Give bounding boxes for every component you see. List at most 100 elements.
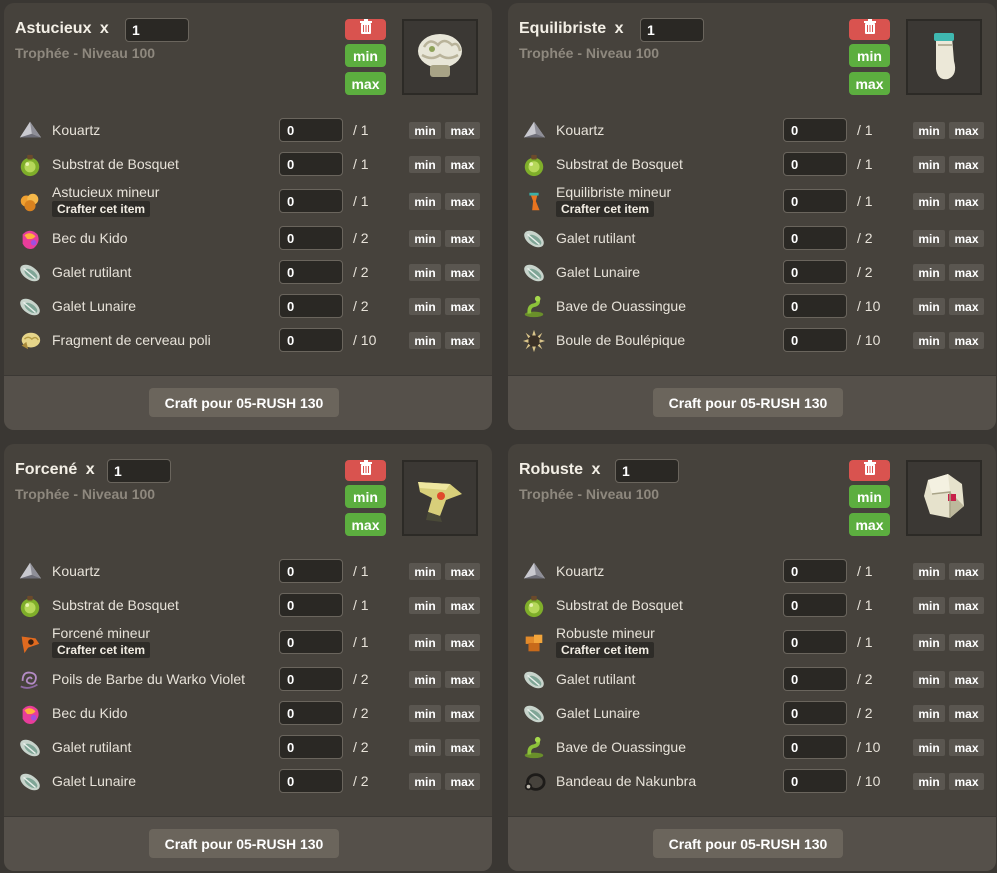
max-button[interactable]: max <box>345 513 386 536</box>
craft-button[interactable]: Craft pour 05-RUSH 130 <box>149 388 339 417</box>
ingredient-quantity-input[interactable] <box>783 294 847 318</box>
ingredient-quantity-input[interactable] <box>783 667 847 691</box>
ingredient-max-button[interactable]: max <box>949 634 984 651</box>
ingredient-max-button[interactable]: max <box>949 773 984 790</box>
ingredient-quantity-input[interactable] <box>279 226 343 250</box>
ingredient-quantity-input[interactable] <box>783 152 847 176</box>
ingredient-max-button[interactable]: max <box>949 193 984 210</box>
quantity-input[interactable] <box>125 18 189 42</box>
ingredient-max-button[interactable]: max <box>949 298 984 315</box>
max-button[interactable]: max <box>345 72 386 95</box>
ingredient-min-button[interactable]: min <box>913 332 945 349</box>
ingredient-quantity-input[interactable] <box>783 593 847 617</box>
ingredient-min-button[interactable]: min <box>409 739 441 756</box>
ingredient-min-button[interactable]: min <box>913 230 945 247</box>
ingredient-min-button[interactable]: min <box>409 264 441 281</box>
ingredient-max-button[interactable]: max <box>949 563 984 580</box>
ingredient-min-button[interactable]: min <box>913 264 945 281</box>
ingredient-min-button[interactable]: min <box>913 597 945 614</box>
ingredient-min-button[interactable]: min <box>409 298 441 315</box>
ingredient-quantity-input[interactable] <box>279 260 343 284</box>
ingredient-max-button[interactable]: max <box>949 671 984 688</box>
craft-button[interactable]: Craft pour 05-RUSH 130 <box>149 829 339 858</box>
ingredient-max-button[interactable]: max <box>445 156 480 173</box>
ingredient-max-button[interactable]: max <box>445 773 480 790</box>
ingredient-min-button[interactable]: min <box>409 671 441 688</box>
ingredient-max-button[interactable]: max <box>445 264 480 281</box>
ingredient-max-button[interactable]: max <box>949 739 984 756</box>
ingredient-min-button[interactable]: min <box>913 773 945 790</box>
ingredient-max-button[interactable]: max <box>445 332 480 349</box>
craft-item-link[interactable]: Crafter cet item <box>52 642 151 658</box>
min-button[interactable]: min <box>849 485 890 508</box>
ingredient-quantity-input[interactable] <box>279 152 343 176</box>
ingredient-max-button[interactable]: max <box>445 597 480 614</box>
ingredient-min-button[interactable]: min <box>409 156 441 173</box>
ingredient-max-button[interactable]: max <box>949 230 984 247</box>
ingredient-min-button[interactable]: min <box>409 122 441 139</box>
ingredient-max-button[interactable]: max <box>445 739 480 756</box>
ingredient-max-button[interactable]: max <box>445 230 480 247</box>
ingredient-max-button[interactable]: max <box>445 671 480 688</box>
ingredient-max-button[interactable]: max <box>949 597 984 614</box>
max-button[interactable]: max <box>849 513 890 536</box>
delete-button[interactable] <box>345 19 386 40</box>
ingredient-min-button[interactable]: min <box>913 156 945 173</box>
ingredient-max-button[interactable]: max <box>949 332 984 349</box>
ingredient-min-button[interactable]: min <box>913 671 945 688</box>
ingredient-quantity-input[interactable] <box>783 260 847 284</box>
ingredient-quantity-input[interactable] <box>279 189 343 213</box>
ingredient-min-button[interactable]: min <box>409 705 441 722</box>
ingredient-max-button[interactable]: max <box>445 298 480 315</box>
max-button[interactable]: max <box>849 72 890 95</box>
delete-button[interactable] <box>849 19 890 40</box>
ingredient-quantity-input[interactable] <box>279 294 343 318</box>
quantity-input[interactable] <box>615 459 679 483</box>
ingredient-max-button[interactable]: max <box>949 122 984 139</box>
ingredient-min-button[interactable]: min <box>409 563 441 580</box>
delete-button[interactable] <box>345 460 386 481</box>
ingredient-min-button[interactable]: min <box>409 332 441 349</box>
ingredient-max-button[interactable]: max <box>445 193 480 210</box>
ingredient-quantity-input[interactable] <box>783 701 847 725</box>
ingredient-min-button[interactable]: min <box>913 298 945 315</box>
ingredient-max-button[interactable]: max <box>445 563 480 580</box>
ingredient-quantity-input[interactable] <box>279 769 343 793</box>
quantity-input[interactable] <box>107 459 171 483</box>
ingredient-min-button[interactable]: min <box>409 634 441 651</box>
delete-button[interactable] <box>849 460 890 481</box>
ingredient-min-button[interactable]: min <box>913 193 945 210</box>
ingredient-quantity-input[interactable] <box>279 701 343 725</box>
ingredient-min-button[interactable]: min <box>913 634 945 651</box>
min-button[interactable]: min <box>345 44 386 67</box>
ingredient-min-button[interactable]: min <box>913 739 945 756</box>
ingredient-quantity-input[interactable] <box>783 118 847 142</box>
ingredient-quantity-input[interactable] <box>783 189 847 213</box>
ingredient-quantity-input[interactable] <box>279 667 343 691</box>
craft-item-link[interactable]: Crafter cet item <box>52 201 151 217</box>
ingredient-max-button[interactable]: max <box>949 156 984 173</box>
craft-button[interactable]: Craft pour 05-RUSH 130 <box>653 829 843 858</box>
min-button[interactable]: min <box>849 44 890 67</box>
quantity-input[interactable] <box>640 18 704 42</box>
ingredient-max-button[interactable]: max <box>445 634 480 651</box>
ingredient-min-button[interactable]: min <box>913 705 945 722</box>
ingredient-quantity-input[interactable] <box>783 559 847 583</box>
ingredient-quantity-input[interactable] <box>279 328 343 352</box>
craft-item-link[interactable]: Crafter cet item <box>556 201 655 217</box>
ingredient-quantity-input[interactable] <box>783 769 847 793</box>
ingredient-quantity-input[interactable] <box>783 226 847 250</box>
ingredient-min-button[interactable]: min <box>409 597 441 614</box>
ingredient-quantity-input[interactable] <box>783 735 847 759</box>
ingredient-min-button[interactable]: min <box>409 193 441 210</box>
ingredient-quantity-input[interactable] <box>279 118 343 142</box>
ingredient-quantity-input[interactable] <box>783 328 847 352</box>
ingredient-max-button[interactable]: max <box>949 264 984 281</box>
ingredient-min-button[interactable]: min <box>913 563 945 580</box>
ingredient-quantity-input[interactable] <box>783 630 847 654</box>
ingredient-quantity-input[interactable] <box>279 559 343 583</box>
ingredient-max-button[interactable]: max <box>445 705 480 722</box>
craft-button[interactable]: Craft pour 05-RUSH 130 <box>653 388 843 417</box>
min-button[interactable]: min <box>345 485 386 508</box>
ingredient-quantity-input[interactable] <box>279 630 343 654</box>
